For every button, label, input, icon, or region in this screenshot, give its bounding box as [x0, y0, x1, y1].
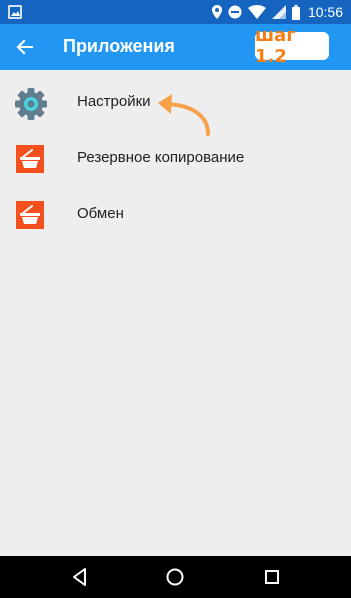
status-time: 10:56 — [307, 4, 343, 20]
curved-arrow-icon — [158, 94, 210, 136]
step-badge: шаг 1.2 — [255, 25, 329, 67]
battery-icon — [291, 4, 300, 20]
app-bar: Приложения шаг 1.2 — [0, 24, 351, 70]
gallery-icon — [8, 5, 22, 19]
signal-icon — [271, 5, 286, 19]
page-title: Приложения — [63, 36, 175, 56]
wifi-icon — [247, 5, 266, 19]
status-bar: 10:56 — [0, 0, 351, 24]
gear-icon — [15, 88, 47, 120]
list-item-label: Резервное копирование — [77, 149, 245, 166]
arrow-back-icon[interactable] — [12, 34, 38, 60]
list-item-label: Настройки — [77, 93, 151, 110]
exchange-basket-icon — [16, 201, 44, 229]
location-icon — [211, 5, 222, 19]
navigation-bar — [0, 556, 351, 598]
back-triangle-icon[interactable] — [69, 566, 91, 588]
home-circle-icon[interactable] — [164, 566, 186, 588]
recents-square-icon[interactable] — [261, 566, 283, 588]
list-item-exchange[interactable]: Обмен — [0, 186, 351, 242]
list-item-label: Обмен — [77, 205, 124, 222]
backup-basket-icon — [16, 145, 44, 173]
do-not-disturb-icon — [228, 5, 242, 19]
list-item-backup[interactable]: Резервное копирование — [0, 130, 351, 186]
status-icons: 10:56 — [211, 0, 343, 24]
